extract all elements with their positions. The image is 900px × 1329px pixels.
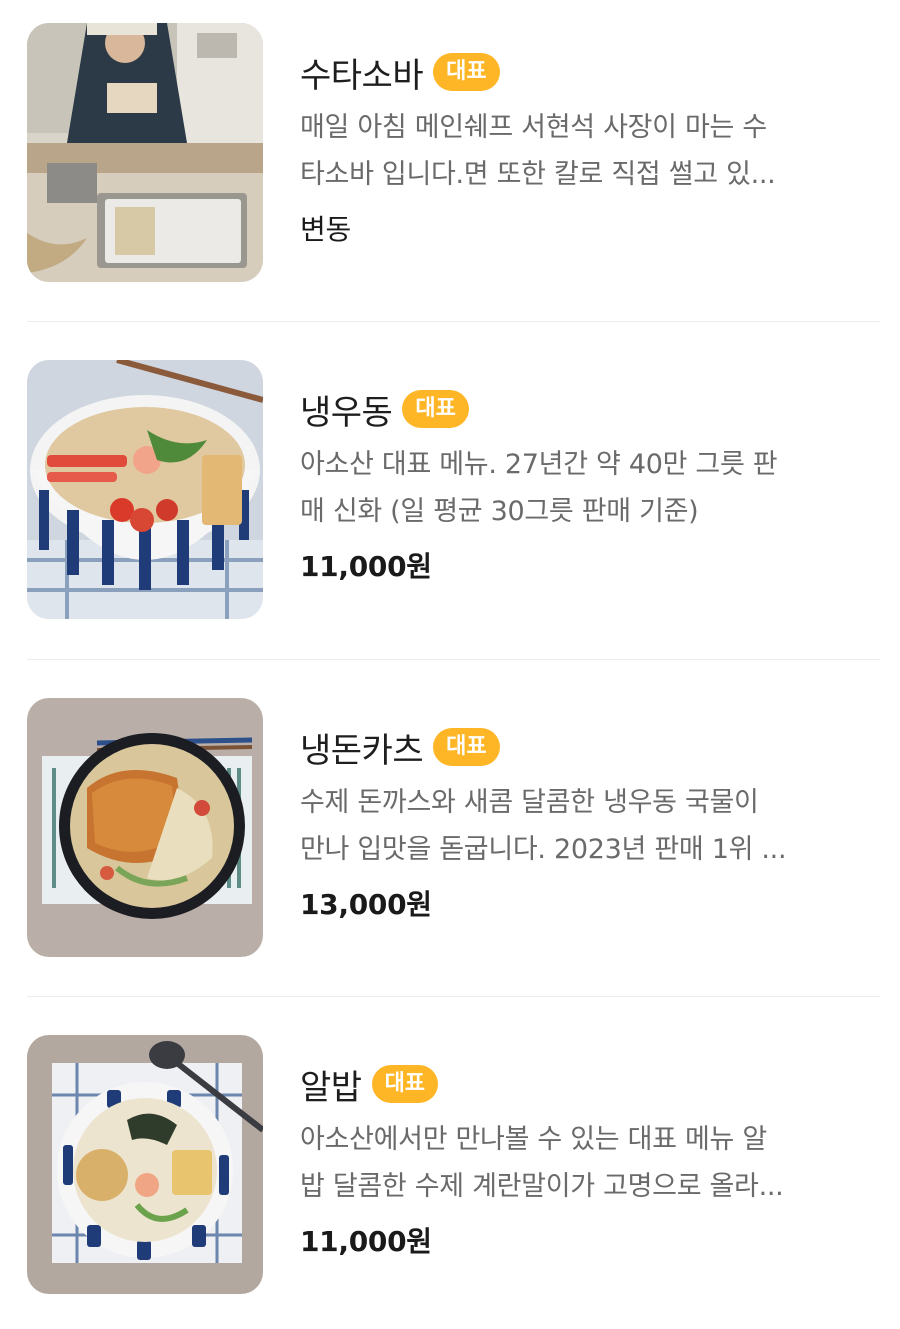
menu-item-price: 변동 bbox=[300, 213, 351, 246]
menu-item-price: 11,000원 bbox=[300, 1225, 432, 1258]
menu-item-albap[interactable]: 알밥 대표 아소산에서만 만나볼 수 있는 대표 메뉴 알 밥 달콤한 수제 계… bbox=[27, 1035, 880, 1295]
description-line: 매 신화 (일 평균 30그릇 판매 기준) bbox=[300, 496, 699, 527]
menu-item-title: 수타소바 bbox=[300, 55, 424, 96]
menu-item-title: 냉돈카츠 bbox=[300, 730, 424, 771]
albap-bowl-photo bbox=[27, 1035, 263, 1294]
menu-item-description: 아소산에서만 만나볼 수 있는 대표 메뉴 알 밥 달콤한 수제 계란말이가 고… bbox=[300, 1116, 880, 1210]
representative-badge: 대표 bbox=[371, 1065, 439, 1103]
menu-item-naengdonkatsu[interactable]: 냉돈카츠 대표 수제 돈까스와 새콤 달콤한 냉우동 국물이 만나 입맛을 돋굽… bbox=[27, 698, 880, 958]
menu-item-title: 냉우동 bbox=[300, 392, 393, 433]
representative-badge: 대표 bbox=[433, 53, 500, 91]
menu-item-description: 매일 아침 메인쉐프 서현석 사장이 마는 수 타소바 입니다.면 또한 칼로 … bbox=[300, 104, 880, 198]
description-line: 매일 아침 메인쉐프 서현석 사장이 마는 수 bbox=[300, 112, 767, 143]
representative-badge: 대표 bbox=[402, 390, 469, 428]
description-line: 타소바 입니다.면 또한 칼로 직접 썰고 있... bbox=[300, 159, 776, 190]
description-line: 만나 입맛을 돋굽니다. 2023년 판매 1위 ... bbox=[300, 834, 787, 865]
description-line: 밥 달콤한 수제 계란말이가 고명으로 올라... bbox=[300, 1171, 784, 1202]
menu-item-sutasoba[interactable]: 수타소바 대표 매일 아침 메인쉐프 서현석 사장이 마는 수 타소바 입니다.… bbox=[27, 23, 880, 283]
cold-udon-bowl-photo bbox=[27, 360, 263, 619]
menu-item-price: 11,000원 bbox=[300, 550, 432, 583]
divider bbox=[27, 996, 880, 997]
description-line: 아소산 대표 메뉴. 27년간 약 40만 그릇 판 bbox=[300, 449, 778, 480]
menu-list: 수타소바 대표 매일 아침 메인쉐프 서현석 사장이 마는 수 타소바 입니다.… bbox=[0, 0, 900, 1329]
divider bbox=[27, 659, 880, 660]
chef-making-noodles-photo bbox=[27, 23, 263, 282]
divider bbox=[27, 321, 880, 322]
menu-item-description: 아소산 대표 메뉴. 27년간 약 40만 그릇 판 매 신화 (일 평균 30… bbox=[300, 441, 880, 535]
menu-item-title: 알밥 bbox=[300, 1067, 362, 1108]
menu-item-naengudon[interactable]: 냉우동 대표 아소산 대표 메뉴. 27년간 약 40만 그릇 판 매 신화 (… bbox=[27, 360, 880, 620]
description-line: 아소산에서만 만나볼 수 있는 대표 메뉴 알 bbox=[300, 1124, 767, 1155]
menu-item-description: 수제 돈까스와 새콤 달콤한 냉우동 국물이 만나 입맛을 돋굽니다. 2023… bbox=[300, 779, 880, 873]
cold-donkatsu-bowl-photo bbox=[27, 698, 263, 957]
representative-badge: 대표 bbox=[433, 728, 500, 766]
description-line: 수제 돈까스와 새콤 달콤한 냉우동 국물이 bbox=[300, 787, 759, 818]
menu-item-price: 13,000원 bbox=[300, 888, 432, 921]
